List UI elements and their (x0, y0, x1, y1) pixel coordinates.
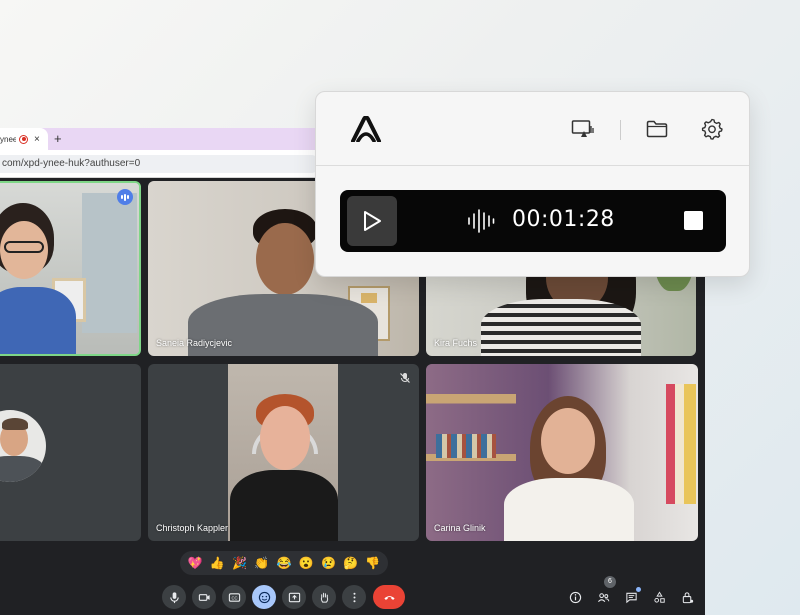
reaction-thinking[interactable]: 🤔 (342, 556, 360, 570)
recording-indicator-icon (19, 134, 28, 144)
more-options-button[interactable] (342, 585, 366, 609)
participant-tile[interactable]: Christoph Kappler (148, 364, 419, 541)
glasses (4, 241, 44, 253)
recording-timer: 00:01:28 (512, 207, 615, 232)
people-icon (597, 592, 609, 602)
mic-off-icon (400, 373, 410, 383)
blouse (504, 478, 634, 541)
chat-icon (625, 592, 637, 603)
people-button[interactable] (594, 588, 612, 606)
activities-icon (653, 591, 665, 603)
hangup-button[interactable] (373, 585, 405, 609)
stop-icon[interactable] (684, 211, 703, 230)
window (82, 193, 137, 333)
waveform-icon (468, 209, 495, 233)
reaction-surprised[interactable]: 😮 (297, 556, 315, 570)
browser-tab[interactable]: ynee × (0, 128, 48, 150)
participant-tile[interactable] (0, 364, 141, 541)
reaction-party[interactable]: 🎉 (231, 556, 249, 570)
info-button[interactable] (566, 588, 584, 606)
raise-hand-button[interactable] (312, 585, 336, 609)
reaction-sad[interactable]: 😢 (319, 556, 337, 570)
camera-button[interactable] (192, 585, 216, 609)
play-button[interactable] (347, 196, 397, 246)
participant-name: Kira Fuchs (434, 338, 478, 348)
emoji-icon (258, 591, 270, 603)
captions-icon: CC (228, 592, 240, 602)
tab-title: ynee (0, 134, 16, 144)
chat-notification-dot (636, 587, 641, 592)
tab-close-button[interactable]: × (34, 134, 40, 145)
activities-button[interactable] (650, 588, 668, 606)
header-divider (620, 120, 621, 140)
info-icon (569, 591, 581, 603)
avatar (0, 410, 46, 482)
recorder-header (316, 92, 749, 166)
host-controls-icon (682, 591, 693, 603)
sweater (0, 287, 76, 354)
mic-icon (169, 591, 179, 603)
camera-icon (198, 593, 210, 601)
more-icon (352, 592, 356, 602)
hangup-icon (383, 595, 395, 600)
host-controls-button[interactable] (678, 588, 696, 606)
participant-name: Carina Glinik (434, 523, 486, 533)
speaking-indicator-icon (117, 189, 133, 205)
art (666, 384, 696, 504)
present-icon (288, 592, 300, 602)
app-logo-icon (351, 116, 381, 142)
recorder-popup: 00:01:28 (315, 91, 750, 277)
present-button[interactable] (282, 585, 306, 609)
reaction-thumbs-down[interactable]: 👎 (364, 556, 382, 570)
reaction-heart[interactable]: 💖 (186, 556, 204, 570)
play-icon (364, 211, 381, 231)
participant-tile[interactable]: Carina Glinik (426, 364, 698, 541)
books (436, 434, 496, 458)
reaction-clap[interactable]: 👏 (253, 556, 271, 570)
svg-text:CC: CC (231, 595, 237, 600)
new-tab-button[interactable]: + (54, 131, 62, 146)
participant-name: Saneia Radiycjevic (156, 338, 233, 348)
reaction-thumbs-up[interactable]: 👍 (208, 556, 226, 570)
recording-controls: 00:01:28 (340, 190, 726, 252)
participant-count-badge: 6 (604, 576, 616, 588)
reactions-bar: 💖 👍 🎉 👏 😂 😮 😢 🤔 👎 (180, 551, 388, 575)
striped-shirt (481, 299, 641, 356)
face (260, 406, 310, 470)
participant-tile[interactable] (0, 181, 141, 356)
reaction-laugh[interactable]: 😂 (275, 556, 293, 570)
url-field[interactable]: com/xpd-ynee-huk?authuser=0 (0, 155, 320, 173)
face (256, 223, 314, 295)
mic-button[interactable] (162, 585, 186, 609)
face (541, 408, 595, 474)
box (361, 293, 377, 303)
screen-share-icon[interactable] (570, 117, 594, 141)
participant-name: Christoph Kappler (156, 523, 229, 533)
captions-button[interactable]: CC (222, 585, 246, 609)
hoodie (230, 470, 338, 541)
settings-icon[interactable] (700, 117, 724, 141)
raise-hand-icon (320, 592, 328, 603)
folder-icon[interactable] (645, 117, 669, 141)
emoji-button[interactable] (252, 585, 276, 609)
